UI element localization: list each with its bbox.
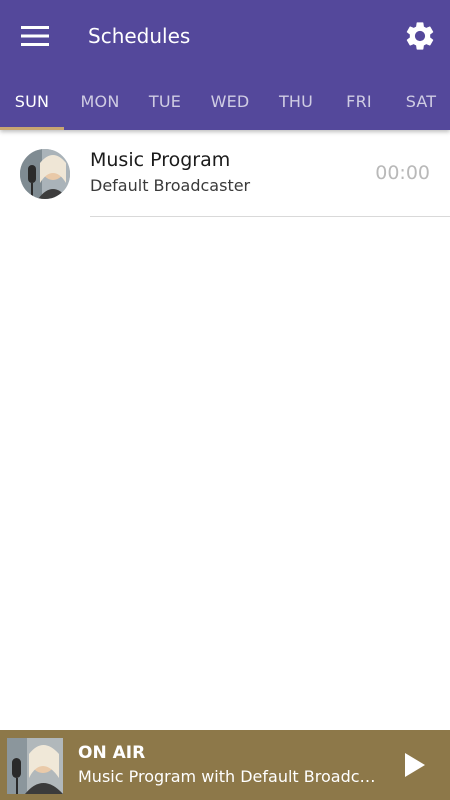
broadcaster-name: Default Broadcaster (90, 176, 251, 195)
now-playing-track: Music Program with Default Broadcaster (78, 767, 384, 786)
toolbar: Schedules (0, 0, 450, 72)
tab-mon[interactable]: MON (64, 72, 136, 130)
schedule-list: Music Program Default Broadcaster 00:00 (0, 131, 450, 217)
on-air-label: ON AIR (78, 743, 146, 763)
now-playing-thumbnail (7, 738, 63, 794)
program-time: 00:00 (375, 162, 430, 184)
tab-tue[interactable]: TUE (136, 72, 194, 130)
divider (90, 216, 450, 217)
tab-fri[interactable]: FRI (326, 72, 392, 130)
now-playing-bar[interactable]: ON AIR Music Program with Default Broadc… (0, 730, 450, 800)
gear-icon[interactable] (400, 16, 440, 56)
tab-sat[interactable]: SAT (392, 72, 450, 130)
day-tabs: SUN MON TUE WED THU FRI SAT (0, 72, 450, 130)
tab-thu[interactable]: THU (266, 72, 326, 130)
tab-sun[interactable]: SUN (0, 72, 64, 130)
list-item[interactable]: Music Program Default Broadcaster 00:00 (0, 131, 450, 217)
program-title: Music Program (90, 149, 231, 171)
page-title: Schedules (88, 24, 191, 48)
app-screen: Schedules SUN MON TUE WED THU FRI SAT Mu… (0, 0, 450, 800)
tab-wed[interactable]: WED (194, 72, 266, 130)
host-avatar (20, 149, 70, 199)
play-icon[interactable] (400, 750, 430, 780)
hamburger-menu-icon[interactable] (14, 16, 56, 56)
app-bar: Schedules SUN MON TUE WED THU FRI SAT (0, 0, 450, 130)
